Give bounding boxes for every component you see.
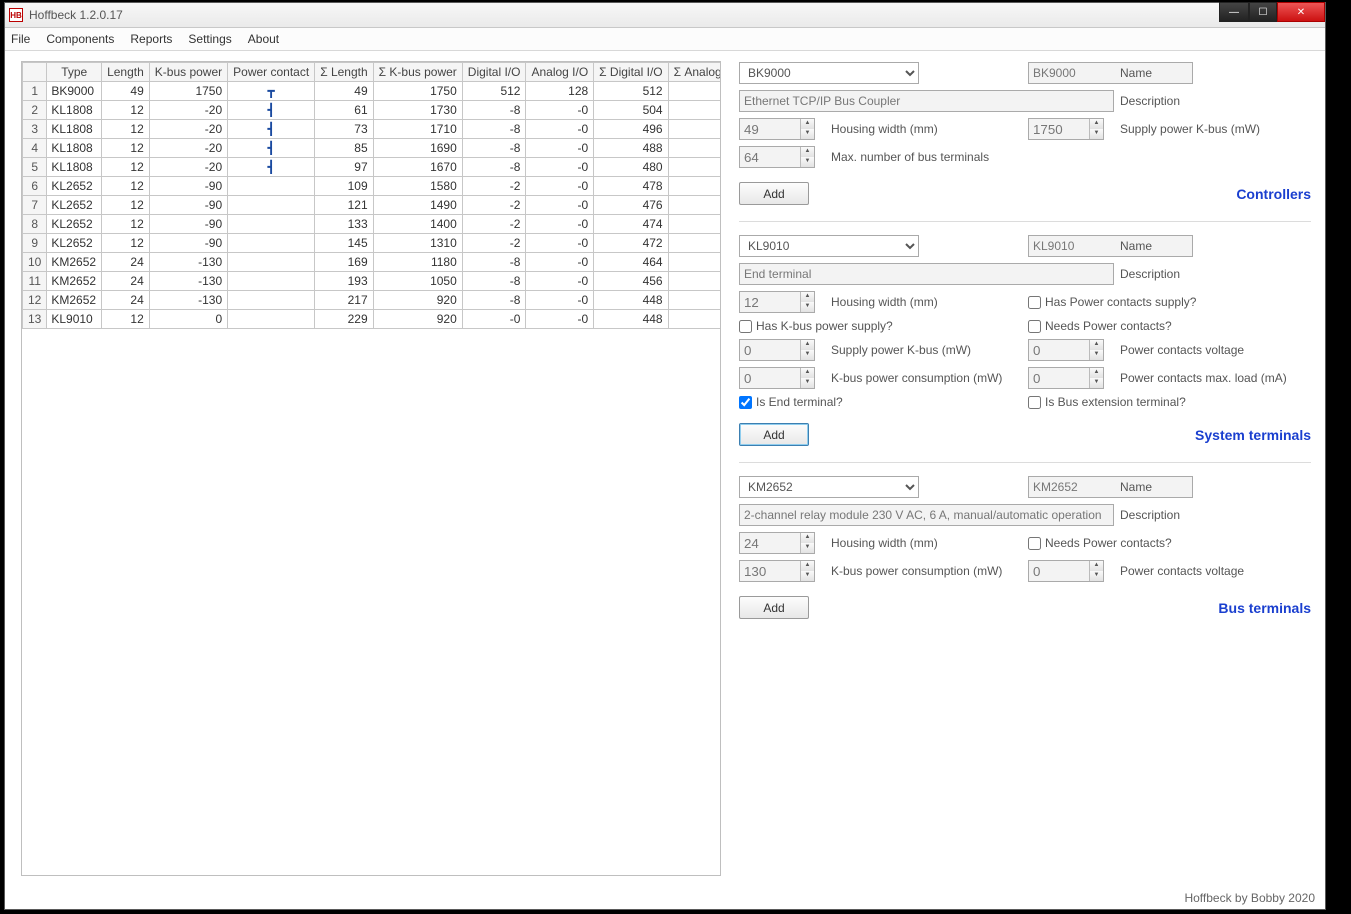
controller-maxterm-stepper[interactable]: ▲▼ xyxy=(739,146,815,168)
controller-desc[interactable] xyxy=(739,90,1114,112)
table-row[interactable]: 10KM265224-1301691180-8-0464128 xyxy=(23,253,722,272)
system-add-button[interactable]: Add xyxy=(739,423,809,446)
supply-label-2: Supply power K-bus (mW) xyxy=(831,343,1022,357)
system-housing-stepper[interactable]: ▲▼ xyxy=(739,291,815,313)
table-row[interactable]: 4KL180812-20┫851690-8-0488128 xyxy=(23,139,722,158)
system-pcvolt-stepper[interactable]: ▲▼ xyxy=(1028,339,1104,361)
bus-kbuscons-stepper[interactable]: ▲▼ xyxy=(739,560,815,582)
system-title: System terminals xyxy=(1195,427,1311,443)
name-label: Name xyxy=(1120,66,1311,80)
controllers-panel: BK9000 Name Description ▲▼ Housing width… xyxy=(739,61,1311,222)
needspc-checkbox-2[interactable]: Needs Power contacts? xyxy=(1028,536,1311,550)
system-pcmax-stepper[interactable]: ▲▼ xyxy=(1028,367,1104,389)
desc-label-2: Description xyxy=(1120,267,1311,281)
haspcs-checkbox[interactable]: Has Power contacts supply? xyxy=(1028,295,1311,309)
table-row[interactable]: 3KL180812-20┫731710-8-0496128 xyxy=(23,120,722,139)
table-row[interactable]: 11KM265224-1301931050-8-0456128 xyxy=(23,272,722,291)
system-select[interactable]: KL9010 xyxy=(739,235,919,257)
menu-file[interactable]: File xyxy=(11,32,30,46)
menu-components[interactable]: Components xyxy=(46,32,114,46)
close-button[interactable]: ✕ xyxy=(1277,2,1325,22)
minimize-button[interactable]: — xyxy=(1219,2,1249,22)
bus-select[interactable]: KM2652 xyxy=(739,476,919,498)
menu-reports[interactable]: Reports xyxy=(130,32,172,46)
system-supply-stepper[interactable]: ▲▼ xyxy=(739,339,815,361)
name-label-3: Name xyxy=(1120,480,1311,494)
pcvolt-label-2: Power contacts voltage xyxy=(1120,564,1311,578)
system-desc[interactable] xyxy=(739,263,1114,285)
menu-settings[interactable]: Settings xyxy=(188,32,231,46)
controller-add-button[interactable]: Add xyxy=(739,182,809,205)
controller-select[interactable]: BK9000 xyxy=(739,62,919,84)
name-label-2: Name xyxy=(1120,239,1311,253)
housing-label-2: Housing width (mm) xyxy=(831,295,1022,309)
grid-pane[interactable]: TypeLengthK-bus powerPower contactΣ Leng… xyxy=(21,61,721,876)
maxterm-label: Max. number of bus terminals xyxy=(831,150,1311,164)
pcvolt-label: Power contacts voltage xyxy=(1120,343,1311,357)
system-panel: KL9010 Name Description ▲▼ Housing width… xyxy=(739,234,1311,463)
supply-label: Supply power K-bus (mW) xyxy=(1120,122,1311,136)
footer-text: Hoffbeck by Bobby 2020 xyxy=(1184,891,1315,905)
bus-pcvolt-stepper[interactable]: ▲▼ xyxy=(1028,560,1104,582)
desc-label: Description xyxy=(1120,94,1311,108)
needspc-checkbox[interactable]: Needs Power contacts? xyxy=(1028,319,1311,333)
table-row[interactable]: 2KL180812-20┫611730-8-0504128 xyxy=(23,101,722,120)
table-row[interactable]: 9KL265212-901451310-2-0472128 xyxy=(23,234,722,253)
kbuscons-label: K-bus power consumption (mW) xyxy=(831,371,1022,385)
menu-about[interactable]: About xyxy=(248,32,279,46)
system-kbuscons-stepper[interactable]: ▲▼ xyxy=(739,367,815,389)
window-title: Hoffbeck 1.2.0.17 xyxy=(29,8,123,22)
table-row[interactable]: 7KL265212-901211490-2-0476128 xyxy=(23,196,722,215)
terminal-grid[interactable]: TypeLengthK-bus powerPower contactΣ Leng… xyxy=(22,62,721,329)
pcmax-label: Power contacts max. load (mA) xyxy=(1120,371,1311,385)
haskbus-checkbox[interactable]: Has K-bus power supply? xyxy=(739,319,1022,333)
housing-label: Housing width (mm) xyxy=(831,122,1022,136)
bus-add-button[interactable]: Add xyxy=(739,596,809,619)
table-row[interactable]: 12KM265224-130217920-8-0448128 xyxy=(23,291,722,310)
isbusext-checkbox[interactable]: Is Bus extension terminal? xyxy=(1028,395,1311,409)
bus-title: Bus terminals xyxy=(1218,600,1311,616)
maximize-button[interactable]: ☐ xyxy=(1249,2,1277,22)
desc-label-3: Description xyxy=(1120,508,1311,522)
table-row[interactable]: 5KL180812-20┫971670-8-0480128 xyxy=(23,158,722,177)
app-window: HB Hoffbeck 1.2.0.17 — ☐ ✕ File Componen… xyxy=(4,2,1326,910)
app-icon: HB xyxy=(9,8,23,22)
table-row[interactable]: 1BK9000491750┳491750512128512128 xyxy=(23,82,722,101)
menubar: File Components Reports Settings About xyxy=(5,28,1325,51)
controllers-title: Controllers xyxy=(1236,186,1311,202)
controller-supply-stepper[interactable]: ▲▼ xyxy=(1028,118,1104,140)
titlebar[interactable]: HB Hoffbeck 1.2.0.17 — ☐ ✕ xyxy=(5,3,1325,28)
isend-checkbox[interactable]: Is End terminal? xyxy=(739,395,1022,409)
right-pane: BK9000 Name Description ▲▼ Housing width… xyxy=(739,61,1317,903)
controller-housing-stepper[interactable]: ▲▼ xyxy=(739,118,815,140)
table-row[interactable]: 6KL265212-901091580-2-0478128 xyxy=(23,177,722,196)
kbuscons-label-2: K-bus power consumption (mW) xyxy=(831,564,1022,578)
bus-desc[interactable] xyxy=(739,504,1114,526)
bus-housing-stepper[interactable]: ▲▼ xyxy=(739,532,815,554)
table-row[interactable]: 8KL265212-901331400-2-0474128 xyxy=(23,215,722,234)
bus-panel: KM2652 Name Description ▲▼ Housing width… xyxy=(739,475,1311,635)
table-row[interactable]: 13KL9010120229920-0-0448128 xyxy=(23,310,722,329)
housing-label-3: Housing width (mm) xyxy=(831,536,1022,550)
